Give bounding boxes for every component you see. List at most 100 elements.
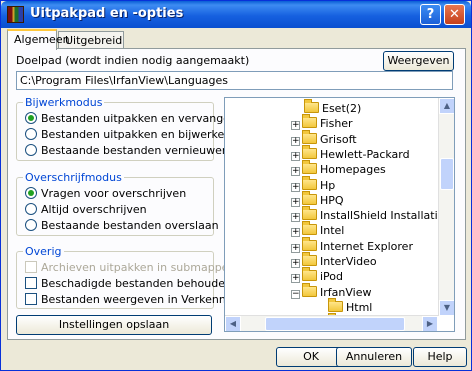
destination-path-input[interactable]: C:\Program Files\IrfanView\Languages <box>16 71 453 90</box>
expand-plus-icon[interactable]: + <box>291 136 300 146</box>
radio-label: Bestanden uitpakken en bijwerken <box>41 128 232 141</box>
expand-plus-icon[interactable]: + <box>291 151 300 161</box>
scroll-right-icon[interactable]: ▶ <box>422 316 438 331</box>
radio-selected-icon <box>25 112 37 124</box>
update-mode-title: Bijwerkmodus <box>23 96 105 109</box>
scroll-left-icon[interactable]: ◀ <box>225 316 241 331</box>
cancel-button[interactable]: Annuleren <box>336 347 412 367</box>
radio-icon <box>25 219 37 231</box>
folder-icon <box>302 206 317 221</box>
radio-label: Vragen voor overschrijven <box>41 187 187 200</box>
scroll-down-icon[interactable]: ▼ <box>439 300 454 316</box>
tree-item-label: Grisoft <box>320 132 357 146</box>
tree-item-label: Homepages <box>320 163 386 177</box>
radio-label: Altijd overschrijven <box>41 203 147 216</box>
tree-item-label: Hewlett-Packard <box>320 147 410 161</box>
radio-icon <box>25 203 37 215</box>
folder-icon <box>302 267 317 282</box>
tree-item[interactable]: + InstallShield Installation Informati <box>291 206 454 223</box>
tree-item[interactable]: + iPod <box>291 267 344 284</box>
collapse-minus-icon[interactable]: − <box>291 289 300 299</box>
save-settings-button[interactable]: Instellingen opslaan <box>16 315 212 335</box>
browse-button[interactable]: Weergeven <box>383 51 454 71</box>
window-title: Uitpakpad en -opties <box>30 6 184 21</box>
checkbox-label: Beschadigde bestanden behouden <box>41 277 232 290</box>
radio-skip-existing[interactable]: Bestaande bestanden overslaan <box>25 219 219 232</box>
expand-plus-icon[interactable]: + <box>291 182 300 192</box>
checkbox-label: Bestanden weergeven in Verkenner <box>41 293 238 306</box>
help-button[interactable]: Help <box>413 347 467 367</box>
vertical-scroll-thumb[interactable] <box>440 158 454 190</box>
tree-item[interactable]: + Fisher <box>291 114 353 131</box>
tree-item[interactable]: + Intel <box>291 221 345 238</box>
title-bar[interactable]: Uitpakpad en -opties ? ✕ <box>1 1 471 28</box>
tree-item-label: InterVideo <box>320 255 377 268</box>
horizontal-scroll-thumb[interactable] <box>265 317 405 331</box>
checkbox-label: Archieven uitpakken in submappen <box>41 261 236 274</box>
update-mode-group: Bijwerkmodus Bestanden uitpakken en verv… <box>16 96 237 161</box>
tab-algemeen[interactable]: Algemeen <box>7 29 70 50</box>
close-button[interactable]: ✕ <box>444 4 465 25</box>
tree-item-label: Fisher <box>320 117 353 131</box>
folder-icon <box>302 129 317 144</box>
tree-item-label: Intel <box>320 224 345 238</box>
folder-icon <box>302 221 317 236</box>
tree-item[interactable]: + Hp <box>291 175 336 193</box>
checkbox-icon <box>25 293 37 305</box>
tree-item-label: HPQ <box>320 193 344 207</box>
checkbox-keep-broken[interactable]: Beschadigde bestanden behouden <box>25 277 232 290</box>
destination-path-label: Doelpad (wordt indien nodig aangemaakt) <box>16 54 250 67</box>
expand-plus-icon[interactable]: + <box>291 259 300 268</box>
extract-dialog: Uitpakpad en -opties ? ✕ Algemeen Uitgeb… <box>0 0 472 371</box>
misc-group: Overig Archieven uitpakken in submappen … <box>16 245 237 309</box>
tree-item-label: Internet Explorer <box>320 239 413 253</box>
folder-icon <box>302 236 317 251</box>
folder-icon <box>302 160 317 175</box>
overwrite-mode-title: Overschrijfmodus <box>23 171 124 184</box>
expand-plus-icon[interactable]: + <box>291 167 300 177</box>
folder-icon <box>302 190 317 205</box>
tree-item-label: Plugins <box>344 332 383 333</box>
radio-ask-overwrite[interactable]: Vragen voor overschrijven <box>25 187 186 200</box>
checkbox-extract-subfolders[interactable]: Archieven uitpakken in submappen <box>25 261 235 274</box>
radio-extract-update[interactable]: Bestanden uitpakken en bijwerken <box>25 128 231 141</box>
folder-icon <box>302 144 317 159</box>
folder-icon <box>302 175 317 190</box>
radio-label: Bestanden uitpakken en vervangen <box>41 112 237 125</box>
scroll-up-icon[interactable]: ▲ <box>439 98 454 114</box>
checkbox-icon <box>25 261 37 273</box>
tree-item[interactable]: + Grisoft <box>291 129 357 147</box>
tree-item[interactable]: + HPQ <box>291 190 344 208</box>
expand-plus-icon[interactable]: + <box>291 243 300 253</box>
checkbox-show-explorer[interactable]: Bestanden weergeven in Verkenner <box>25 293 237 306</box>
folder-icon <box>328 297 343 312</box>
radio-always-overwrite[interactable]: Altijd overschrijven <box>25 203 147 216</box>
folder-icon <box>302 252 317 266</box>
vertical-scrollbar[interactable]: ▲ ▼ <box>438 98 454 316</box>
folder-tree[interactable]: Eset(2) + Fisher + Grisoft + Hewlett-Packard + H… <box>224 97 455 332</box>
tree-item[interactable]: Eset(2) <box>304 99 361 116</box>
tree-item-label: IrfanView <box>320 285 372 299</box>
radio-label: Bestaande bestanden vernieuwen <box>41 144 229 157</box>
tree-item-label: InstallShield Installation Informati <box>320 209 454 223</box>
folder-icon <box>304 99 319 113</box>
radio-extract-replace[interactable]: Bestanden uitpakken en vervangen <box>25 112 237 125</box>
expand-plus-icon[interactable]: + <box>291 274 300 284</box>
radio-label: Bestaande bestanden overslaan <box>41 219 219 232</box>
folder-icon <box>302 282 317 297</box>
radio-refresh-existing[interactable]: Bestaande bestanden vernieuwen <box>25 144 229 157</box>
tree-item-label: Hp <box>320 178 336 192</box>
tree-item-label: Html <box>346 300 373 314</box>
expand-plus-icon[interactable]: + <box>291 121 300 131</box>
radio-selected-icon <box>25 187 37 199</box>
help-title-button[interactable]: ? <box>420 4 441 25</box>
horizontal-scrollbar[interactable]: ◀ ▶ <box>225 315 438 331</box>
overwrite-mode-group: Overschrijfmodus Vragen voor overschrijv… <box>16 171 219 236</box>
expand-plus-icon[interactable]: + <box>291 213 300 223</box>
expand-plus-icon[interactable]: + <box>291 228 300 238</box>
radio-icon <box>25 144 37 156</box>
tree-item-label: iPod <box>320 270 344 284</box>
expand-plus-icon[interactable]: + <box>291 197 300 207</box>
tab-panel-algemeen: Doelpad (wordt indien nodig aangemaakt) … <box>7 48 466 340</box>
misc-title: Overig <box>23 245 64 258</box>
